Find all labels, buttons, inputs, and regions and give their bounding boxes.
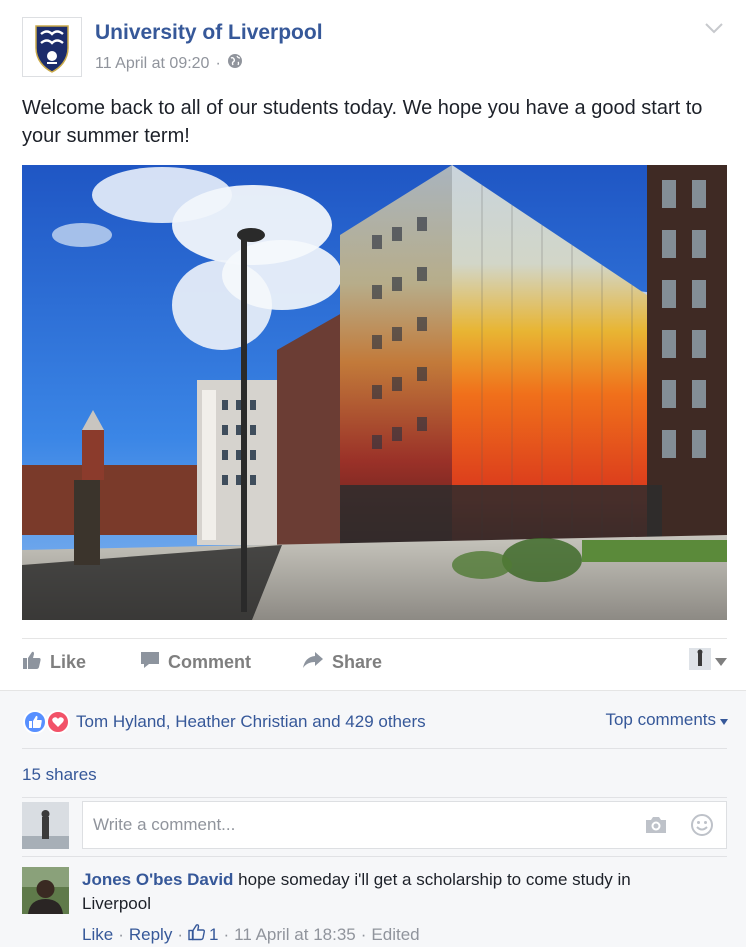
globe-icon[interactable] [227,53,243,74]
profile-avatar-small [689,648,711,675]
reaction-icons [22,709,70,735]
feed-post: University of Liverpool 11 April at 09:2… [0,0,746,947]
post-footer: Tom Hyland, Heather Christian and 429 ot… [0,690,746,947]
comment-like-link[interactable]: Like [82,925,113,945]
page-avatar[interactable] [22,17,82,77]
share-button-label: Share [332,652,383,672]
divider [22,638,727,639]
comment-button-label: Comment [168,652,252,672]
post-timestamp[interactable]: 11 April at 09:20 [95,55,209,73]
camera-icon[interactable] [644,814,668,841]
emoji-icon[interactable] [690,813,714,842]
post-header: University of Liverpool 11 April at 09:2… [22,17,724,79]
reactions-summary[interactable]: Tom Hyland, Heather Christian and 429 ot… [22,709,426,735]
reactions-summary-text: Tom Hyland, Heather Christian and 429 ot… [76,712,426,731]
share-button[interactable]: Share [302,650,382,675]
comment-like-count-value: 1 [209,924,219,944]
separator: · [177,924,183,944]
page-name-link[interactable]: University of Liverpool [95,21,323,45]
comment-bubble-icon [140,650,160,675]
meta-separator: · [215,54,221,72]
post-as-selector[interactable] [689,648,727,675]
like-button-label: Like [50,652,87,672]
divider [22,856,727,857]
caret-down-icon [715,653,727,671]
comment-author-link[interactable]: Jones O'bes David [82,870,233,889]
thumbs-up-icon [22,650,42,675]
current-user-avatar[interactable] [22,802,69,849]
divider [22,797,727,798]
thumbs-up-outline-icon [188,923,206,946]
comment-edited-label[interactable]: Edited [371,925,419,945]
comment-body: Jones O'bes David hope someday i'll get … [82,868,692,916]
like-button[interactable]: Like [22,650,86,675]
separator: · [223,924,230,944]
divider [22,748,727,749]
post-meta: 11 April at 09:20 · [95,53,243,74]
post-action-bar: Like Comment Share [22,640,727,686]
comment-button[interactable]: Comment [140,650,251,675]
separator: · [360,924,367,944]
comment-composer[interactable] [82,801,727,849]
post-text: Welcome back to all of our students toda… [22,97,703,147]
separator: · [118,924,124,944]
post-photo[interactable] [22,165,727,620]
comment-sort-label: Top comments [605,710,716,729]
shares-count-link[interactable]: 15 shares [22,765,97,785]
comment-sort-dropdown[interactable]: Top comments [605,710,728,730]
chevron-down-icon[interactable] [704,21,724,37]
comment-like-count[interactable]: 1 [188,923,218,946]
comment-timestamp[interactable]: 11 April at 18:35 [234,925,356,945]
commenter-avatar[interactable] [22,867,69,914]
share-arrow-icon [302,650,324,675]
comment-input[interactable] [83,802,726,848]
caret-down-icon [720,710,728,730]
comment-actions: Like · Reply · 1 · 11 April at 18:35 · E… [82,923,420,946]
comment-reply-link[interactable]: Reply [129,925,172,945]
